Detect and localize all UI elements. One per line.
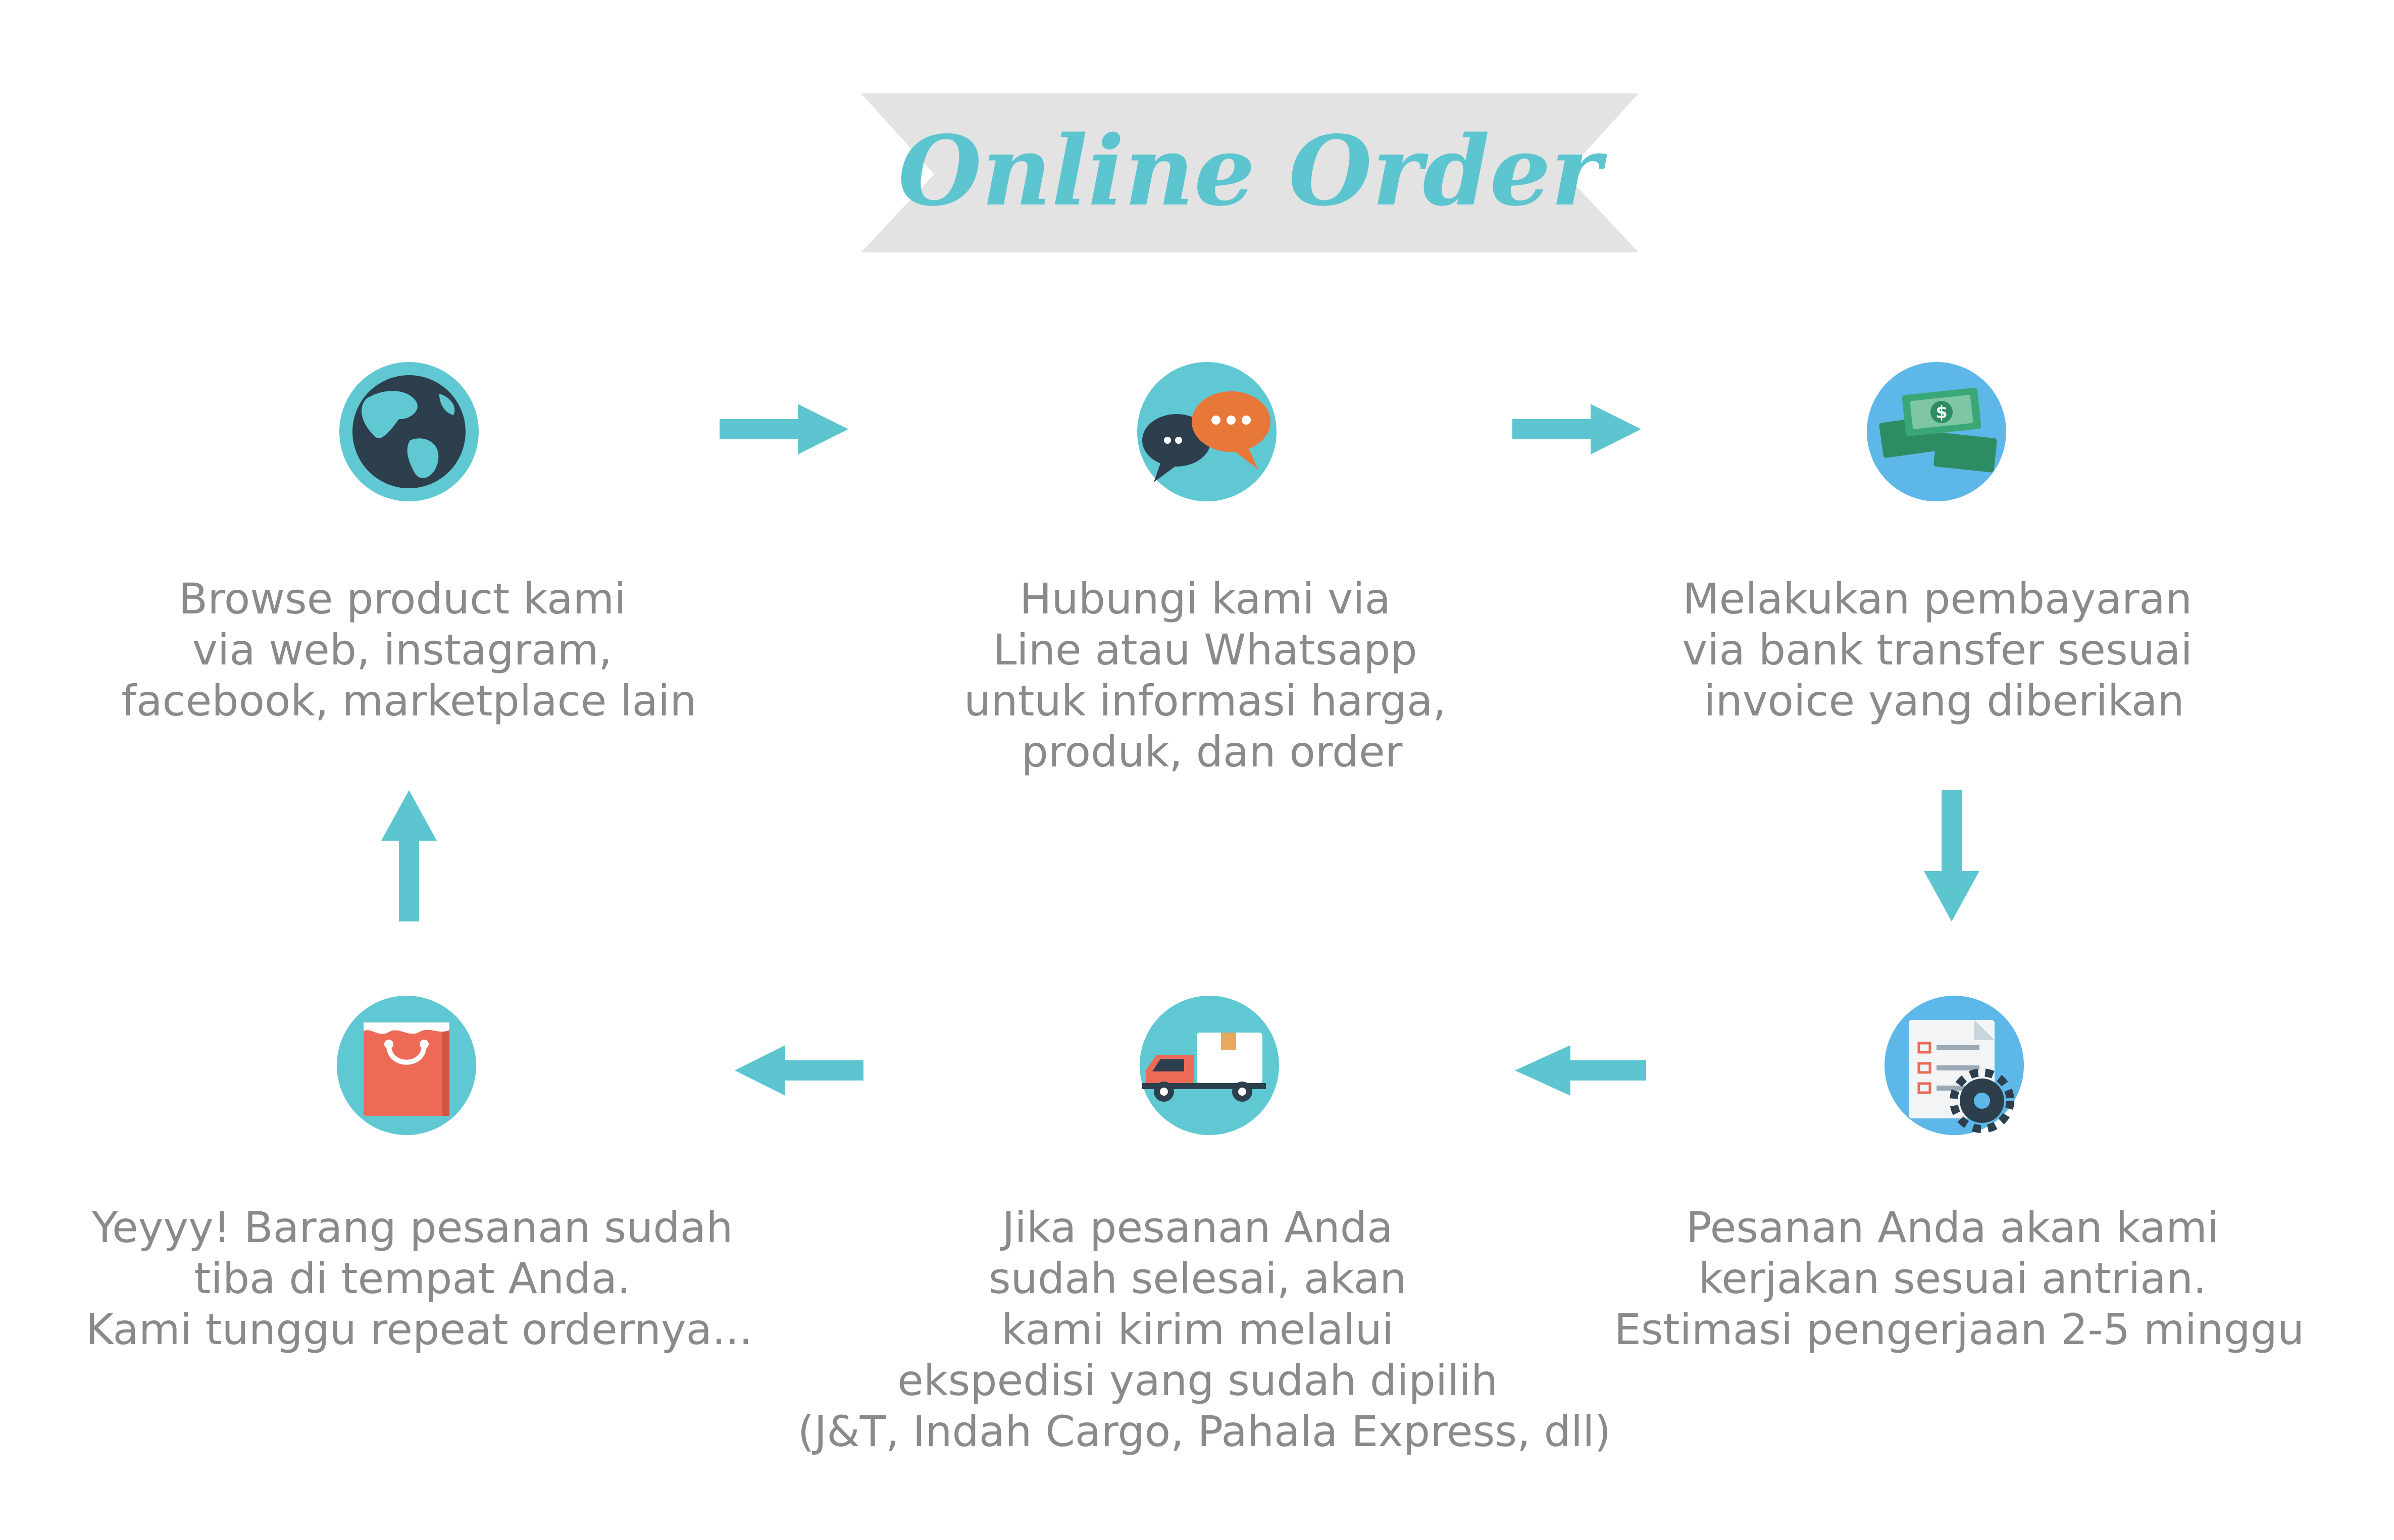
arrow-down	[1924, 790, 1979, 921]
shopping-bag-icon	[337, 996, 476, 1135]
step-3-description: Melakukan pembayaran via bank transfer s…	[1683, 574, 2206, 726]
page-title: Online Order	[898, 115, 1608, 227]
step-5-description: Jika pesanan Anda sudah selesai, akan ka…	[798, 1203, 1611, 1456]
delivery-truck-icon	[1140, 996, 1279, 1135]
globe-icon	[339, 362, 479, 501]
svg-text:$: $	[1935, 402, 1948, 423]
step-6-description: Yeyyy! Barang pesanan sudah tiba di temp…	[86, 1203, 752, 1354]
arrow-left-2	[735, 1045, 863, 1096]
arrow-up	[381, 790, 437, 921]
arrow-left-1	[1515, 1045, 1646, 1096]
arrow-right-2	[1512, 404, 1641, 454]
order-flow-diagram: Online Order $ Browse product kami via w…	[86, 93, 2304, 1456]
checklist-gear-icon	[1884, 996, 2024, 1135]
chat-bubbles-icon	[1137, 362, 1277, 501]
arrow-right-1	[720, 404, 848, 454]
step-1-description: Browse product kami via web, instagram, …	[121, 574, 696, 726]
title-banner: Online Order	[861, 93, 1639, 252]
step-2-description: Hubungi kami via Line atau Whatsapp untu…	[964, 574, 1460, 777]
money-icon: $	[1867, 362, 2006, 501]
step-4-description: Pesanan Anda akan kami kerjakan sesuai a…	[1614, 1203, 2304, 1354]
